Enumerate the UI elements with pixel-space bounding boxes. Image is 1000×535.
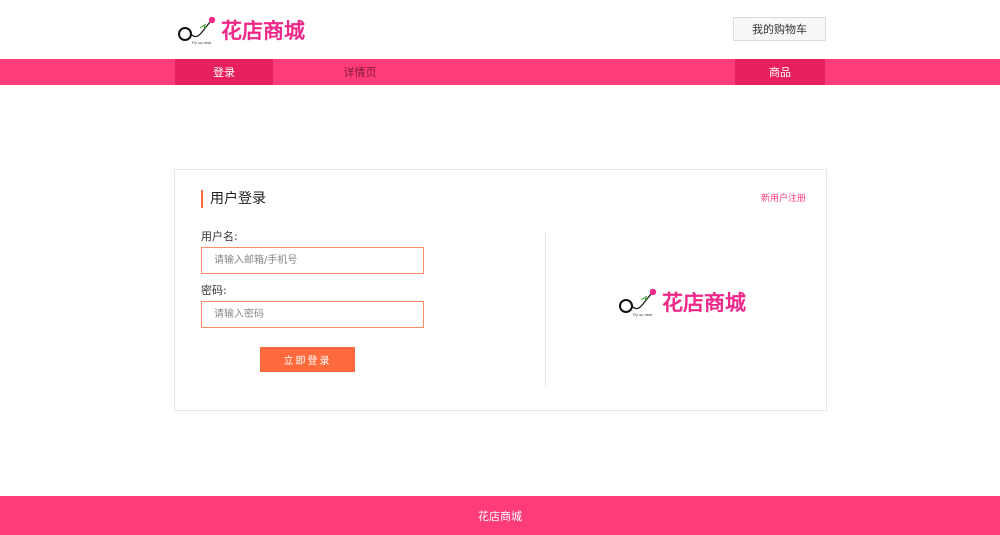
card-logo: Fly up rose 花店商城 xyxy=(617,286,746,318)
password-label: 密码: xyxy=(201,284,227,297)
footer-text: 花店商城 xyxy=(478,509,522,523)
login-title: 用户登录 xyxy=(201,190,266,208)
nav-item-goods[interactable]: 商品 xyxy=(735,59,825,85)
site-logo[interactable]: Fly up rose 花店商城 xyxy=(176,14,305,46)
site-logo-text: 花店商城 xyxy=(221,19,305,43)
password-input[interactable] xyxy=(201,301,424,328)
svg-text:Fly up rose: Fly up rose xyxy=(192,41,211,45)
my-cart-button[interactable]: 我的购物车 xyxy=(733,17,826,41)
flower-logo-icon: Fly up rose xyxy=(178,16,216,45)
svg-text:Fly up rose: Fly up rose xyxy=(633,313,652,317)
nav-item-login[interactable]: 登录 xyxy=(175,59,273,85)
main-nav: 登录 详情页 商品 xyxy=(0,59,1000,85)
login-submit-button[interactable]: 立即登录 xyxy=(260,347,355,372)
login-card: 用户登录 新用户注册 用户名: 密码: 立即登录 Fly up rose 花店商… xyxy=(174,169,827,411)
username-label: 用户名: xyxy=(201,230,238,243)
site-footer: 花店商城 xyxy=(0,496,1000,535)
flower-logo-icon: Fly up rose xyxy=(619,288,657,317)
card-logo-text: 花店商城 xyxy=(662,291,746,315)
register-link[interactable]: 新用户注册 xyxy=(761,191,806,204)
username-input[interactable] xyxy=(201,247,424,274)
nav-item-detail[interactable]: 详情页 xyxy=(311,59,409,85)
site-header: Fly up rose 花店商城 我的购物车 xyxy=(0,0,1000,59)
card-divider xyxy=(545,233,546,386)
